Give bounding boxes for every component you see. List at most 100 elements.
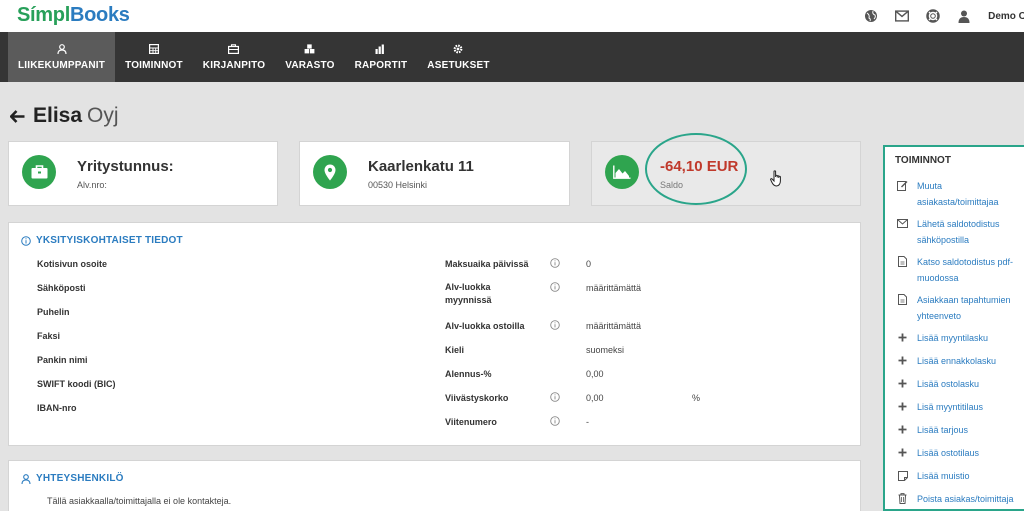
file-icon	[897, 256, 908, 267]
partner-suffix: Oyj	[87, 104, 119, 127]
info-icon[interactable]	[550, 416, 560, 426]
contacts-header: YHTEYSHENKILÖ	[21, 473, 124, 484]
top-bar: SímplBooks Demo Oy	[0, 0, 1024, 32]
field-payment-days-label: Maksuaika päivissä	[445, 259, 529, 269]
cubes-icon	[304, 43, 315, 53]
nav-label: ASETUKSET	[427, 59, 490, 71]
nav-liikekumppanit[interactable]: LIIKEKUMPPANIT	[8, 32, 116, 82]
globe-icon[interactable]	[864, 9, 878, 23]
action-edit-partner[interactable]: Muuta asiakasta/toimittajaa	[897, 179, 1015, 210]
user-icon[interactable]	[957, 9, 971, 23]
info-icon[interactable]	[550, 258, 560, 268]
info-icon[interactable]	[550, 282, 560, 292]
action-add-purchase-order[interactable]: Lisää ostotilaus	[897, 446, 1024, 462]
action-label: Poista asiakas/toimittaja	[917, 494, 1014, 504]
plus-icon	[897, 355, 908, 366]
plus-icon	[897, 378, 908, 389]
top-icons: Demo Oy	[864, 0, 1024, 32]
action-label: Lisää ostolasku	[917, 379, 980, 389]
nav-kirjanpito[interactable]: KIRJANPITO	[193, 32, 275, 82]
plus-icon	[897, 332, 908, 343]
nav-varasto[interactable]: VARASTO	[275, 32, 344, 82]
file-icon	[897, 294, 908, 305]
field-late-interest-unit: %	[692, 393, 701, 403]
gear-icon	[454, 44, 463, 53]
action-add-note[interactable]: Lisää muistio	[897, 469, 1024, 485]
field-bank-name-label: Pankin nimi	[37, 355, 88, 365]
partner-name: Elisa	[33, 104, 83, 127]
contacts-panel: YHTEYSHENKILÖ Tällä asiakkaalla/toimitta…	[8, 460, 861, 511]
details-header: YKSITYISKOHTAISET TIEDOT	[21, 235, 183, 246]
field-reference-label: Viitenumero	[445, 417, 497, 427]
simplbooks-logo[interactable]: SímplBooks	[17, 4, 130, 27]
field-late-interest-value: 0,00	[586, 393, 604, 403]
balance-highlight-ring	[645, 133, 747, 205]
person-icon	[56, 43, 67, 54]
plus-icon	[897, 447, 908, 458]
field-email-label: Sähköposti	[37, 283, 86, 293]
field-vat-purchases-label: Alv-luokka ostoilla	[445, 321, 525, 331]
nav-raportit[interactable]: RAPORTIT	[345, 32, 418, 82]
plus-icon	[897, 424, 908, 435]
action-email-balance[interactable]: Lähetä saldotodistus sähköpostilla	[897, 217, 1015, 248]
nav-asetukset[interactable]: ASETUKSET	[417, 32, 499, 82]
address-card: Kaarlenkatu 11 00530 Helsinki	[299, 141, 570, 206]
field-discount-value: 0,00	[586, 369, 604, 379]
nav-label: LIIKEKUMPPANIT	[18, 59, 106, 71]
details-header-label: YKSITYISKOHTAISET TIEDOT	[36, 235, 183, 246]
action-label: Lisä myyntitilaus	[917, 402, 984, 412]
action-label: Muuta asiakasta/toimittajaa	[917, 181, 999, 207]
field-vat-purchases-value: määrittämättä	[586, 321, 642, 331]
nav-label: KIRJANPITO	[202, 59, 266, 71]
street-address: Kaarlenkatu 11	[368, 158, 474, 175]
details-panel: YKSITYISKOHTAISET TIEDOT Kotisivun osoit…	[8, 222, 861, 446]
action-customer-summary[interactable]: Asiakkaan tapahtumien yhteenveto	[897, 293, 1015, 324]
field-homepage-label: Kotisivun osoite	[37, 259, 108, 269]
trash-icon	[897, 493, 908, 504]
field-swift-label: SWIFT koodi (BIC)	[37, 379, 116, 389]
contacts-header-label: YHTEYSHENKILÖ	[36, 473, 124, 484]
action-add-sales-order[interactable]: Lisä myyntitilaus	[897, 400, 1024, 416]
page-title: Elisa Oyj	[10, 104, 119, 128]
field-vat-sales-label: Alv-luokka myynnissä	[445, 282, 492, 305]
action-label: Asiakkaan tapahtumien yhteenveto	[917, 295, 1011, 321]
action-add-sales-invoice[interactable]: Lisää myyntilasku	[897, 331, 1024, 347]
nav-label: RAPORTIT	[354, 59, 408, 71]
field-late-interest-label: Viivästyskorko	[445, 393, 509, 403]
action-add-purchase-invoice[interactable]: Lisää ostolasku	[897, 377, 1024, 393]
person-icon	[21, 473, 31, 484]
field-iban-label: IBAN-nro	[37, 403, 77, 413]
action-label: Lisää ennakkolasku	[917, 356, 997, 366]
field-fax-label: Faksi	[37, 331, 61, 341]
action-add-prepayment-invoice[interactable]: Lisää ennakkolasku	[897, 354, 1024, 370]
info-icon[interactable]	[550, 320, 560, 330]
back-arrow-icon[interactable]	[10, 109, 25, 123]
field-language-value: suomeksi	[586, 345, 625, 355]
area-chart-icon	[605, 155, 639, 189]
vat-number-label: Alv.nro:	[77, 180, 107, 190]
main-nav: LIIKEKUMPPANIT TOIMINNOT KIRJANPITO VARA…	[0, 32, 1024, 82]
briefcase-icon	[228, 43, 240, 54]
plus-icon	[897, 401, 908, 412]
action-label: Lisää ostotilaus	[917, 448, 980, 458]
action-label: Lähetä saldotodistus sähköpostilla	[917, 219, 1000, 245]
bar-chart-icon	[375, 44, 385, 54]
mail-icon[interactable]	[895, 9, 910, 23]
lifebuoy-icon[interactable]	[926, 9, 940, 23]
hand-cursor-icon	[770, 170, 781, 187]
action-view-balance-pdf[interactable]: Katso saldotodistus pdf-muodossa	[897, 255, 1015, 286]
action-add-offer[interactable]: Lisää tarjous	[897, 423, 1024, 439]
envelope-icon	[897, 218, 908, 229]
user-menu[interactable]: Demo Oy	[988, 11, 1024, 22]
postal-city: 00530 Helsinki	[368, 180, 428, 190]
nav-toiminnot[interactable]: TOIMINNOT	[115, 32, 193, 82]
action-label: Lisää muistio	[917, 471, 970, 481]
nav-label: VARASTO	[285, 59, 335, 71]
info-icon[interactable]	[550, 392, 560, 402]
nav-label: TOIMINNOT	[125, 59, 183, 71]
action-delete-partner[interactable]: Poista asiakas/toimittaja	[897, 492, 1024, 508]
field-vat-sales-value: määrittämättä	[586, 283, 642, 293]
field-phone-label: Puhelin	[37, 307, 70, 317]
actions-panel: TOIMINNOT Muuta asiakasta/toimittajaa Lä…	[883, 145, 1024, 511]
company-id-label: Yritystunnus:	[77, 158, 174, 175]
